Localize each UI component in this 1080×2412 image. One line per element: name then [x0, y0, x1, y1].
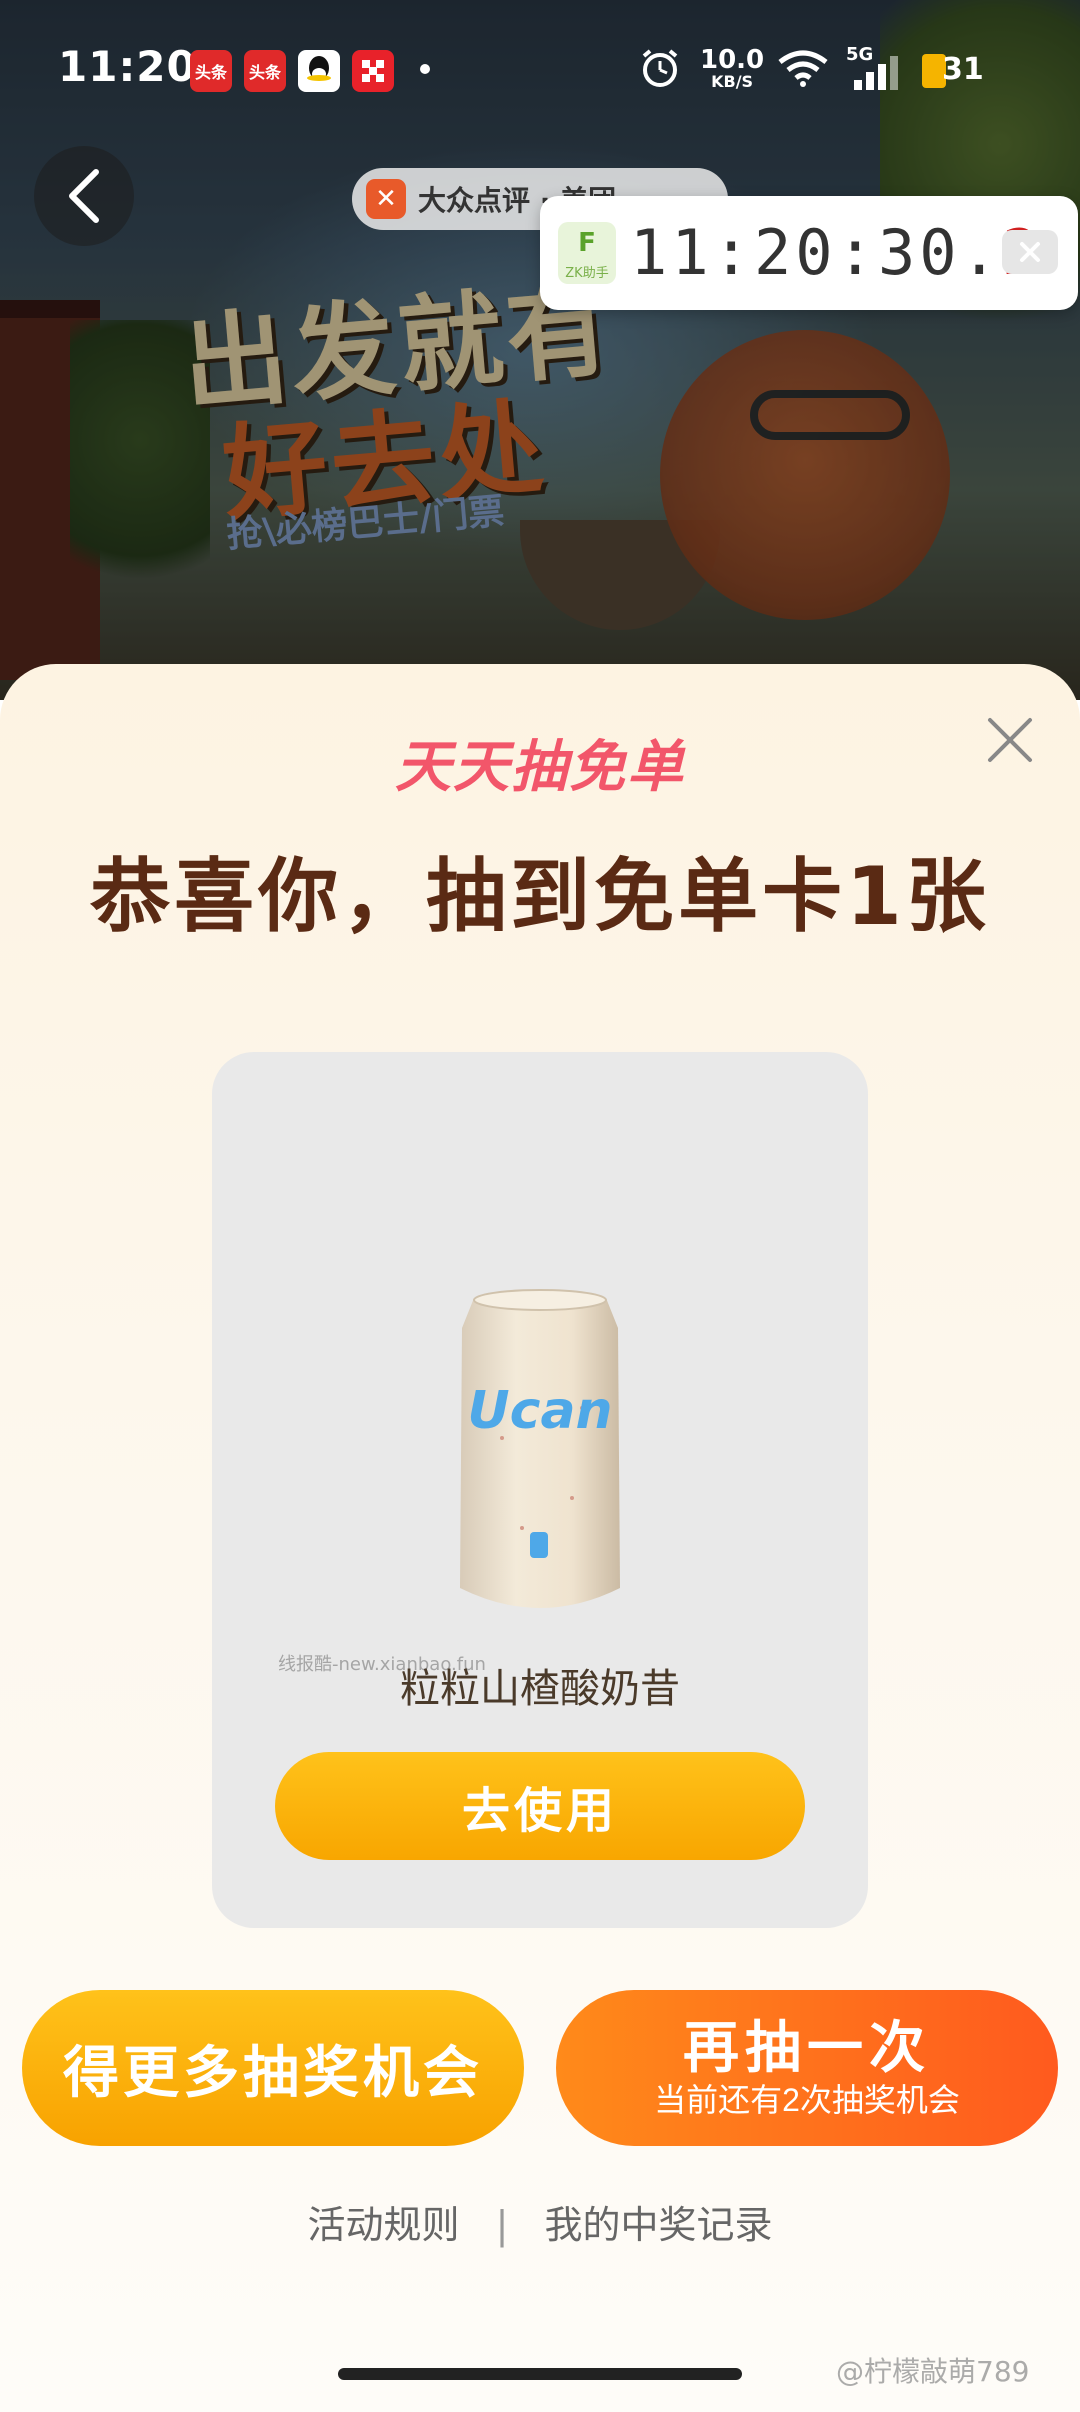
clock-time: 11:20:30.2: [630, 216, 1039, 289]
close-icon: [988, 718, 1032, 762]
back-button[interactable]: [34, 146, 134, 246]
get-more-chances-button[interactable]: 得更多抽奖机会: [22, 1990, 524, 2146]
result-headline: 恭喜你，抽到免单卡1张: [90, 850, 990, 943]
alarm-icon: [642, 49, 678, 87]
rules-link[interactable]: 活动规则: [307, 2203, 459, 2247]
draw-again-label: 再抽一次: [683, 2016, 931, 2079]
milkshake-can-image: Ucan: [460, 1289, 620, 1608]
chevron-left-icon: [69, 169, 99, 223]
prize-card: Ucan 线报酷-new.xianbao.fun 粒粒山楂酸奶昔 去使用: [212, 1052, 868, 1928]
home-indicator[interactable]: [338, 2368, 742, 2380]
toutiao-app-icon: 头条: [190, 50, 232, 92]
svg-text:Ucan: Ucan: [467, 1381, 612, 1441]
draw-again-button[interactable]: 再抽一次 当前还有2次抽奖机会: [556, 1990, 1058, 2146]
floating-clock-widget[interactable]: F ZK助手 11:20:30.2: [540, 196, 1078, 310]
footer-separator: |: [495, 2203, 509, 2247]
sheet-close-button[interactable]: [980, 710, 1040, 770]
campaign-logo: 天天抽免单: [395, 735, 685, 800]
prize-records-link[interactable]: 我的中奖记录: [545, 2203, 773, 2247]
qq-app-icon: [298, 50, 340, 92]
net-speed: 10.0 KB/S: [700, 45, 765, 91]
close-icon: [1020, 242, 1040, 262]
notification-dot: [420, 64, 430, 74]
prize-name: 粒粒山楂酸奶昔: [400, 1666, 680, 1712]
use-coupon-button[interactable]: 去使用: [275, 1752, 805, 1860]
clock-app-icon: F ZK助手: [558, 222, 616, 284]
status-time: 11:20: [58, 42, 197, 91]
status-bar: 11:20 头条 头条 10.0 KB/S 5G 31: [0, 0, 1080, 140]
battery-indicator: 31: [922, 50, 984, 90]
wifi-icon: [778, 50, 828, 87]
signal-icon: [854, 56, 898, 90]
toutiao-app-icon: 头条: [244, 50, 286, 92]
clock-close-button[interactable]: [1002, 230, 1058, 274]
pinduoduo-app-icon: [352, 50, 394, 92]
dianping-logo-icon: ✕: [366, 179, 406, 219]
footer-links: 活动规则 | 我的中奖记录: [0, 2194, 1080, 2249]
remaining-chances-text: 当前还有2次抽奖机会: [654, 2082, 960, 2118]
lottery-result-sheet: 天天抽免单 恭喜你，抽到免单卡1张 Ucan 线报酷-new.xianbao.f…: [0, 664, 1080, 2412]
weibo-watermark: @柠檬敲萌789: [836, 2355, 1030, 2388]
